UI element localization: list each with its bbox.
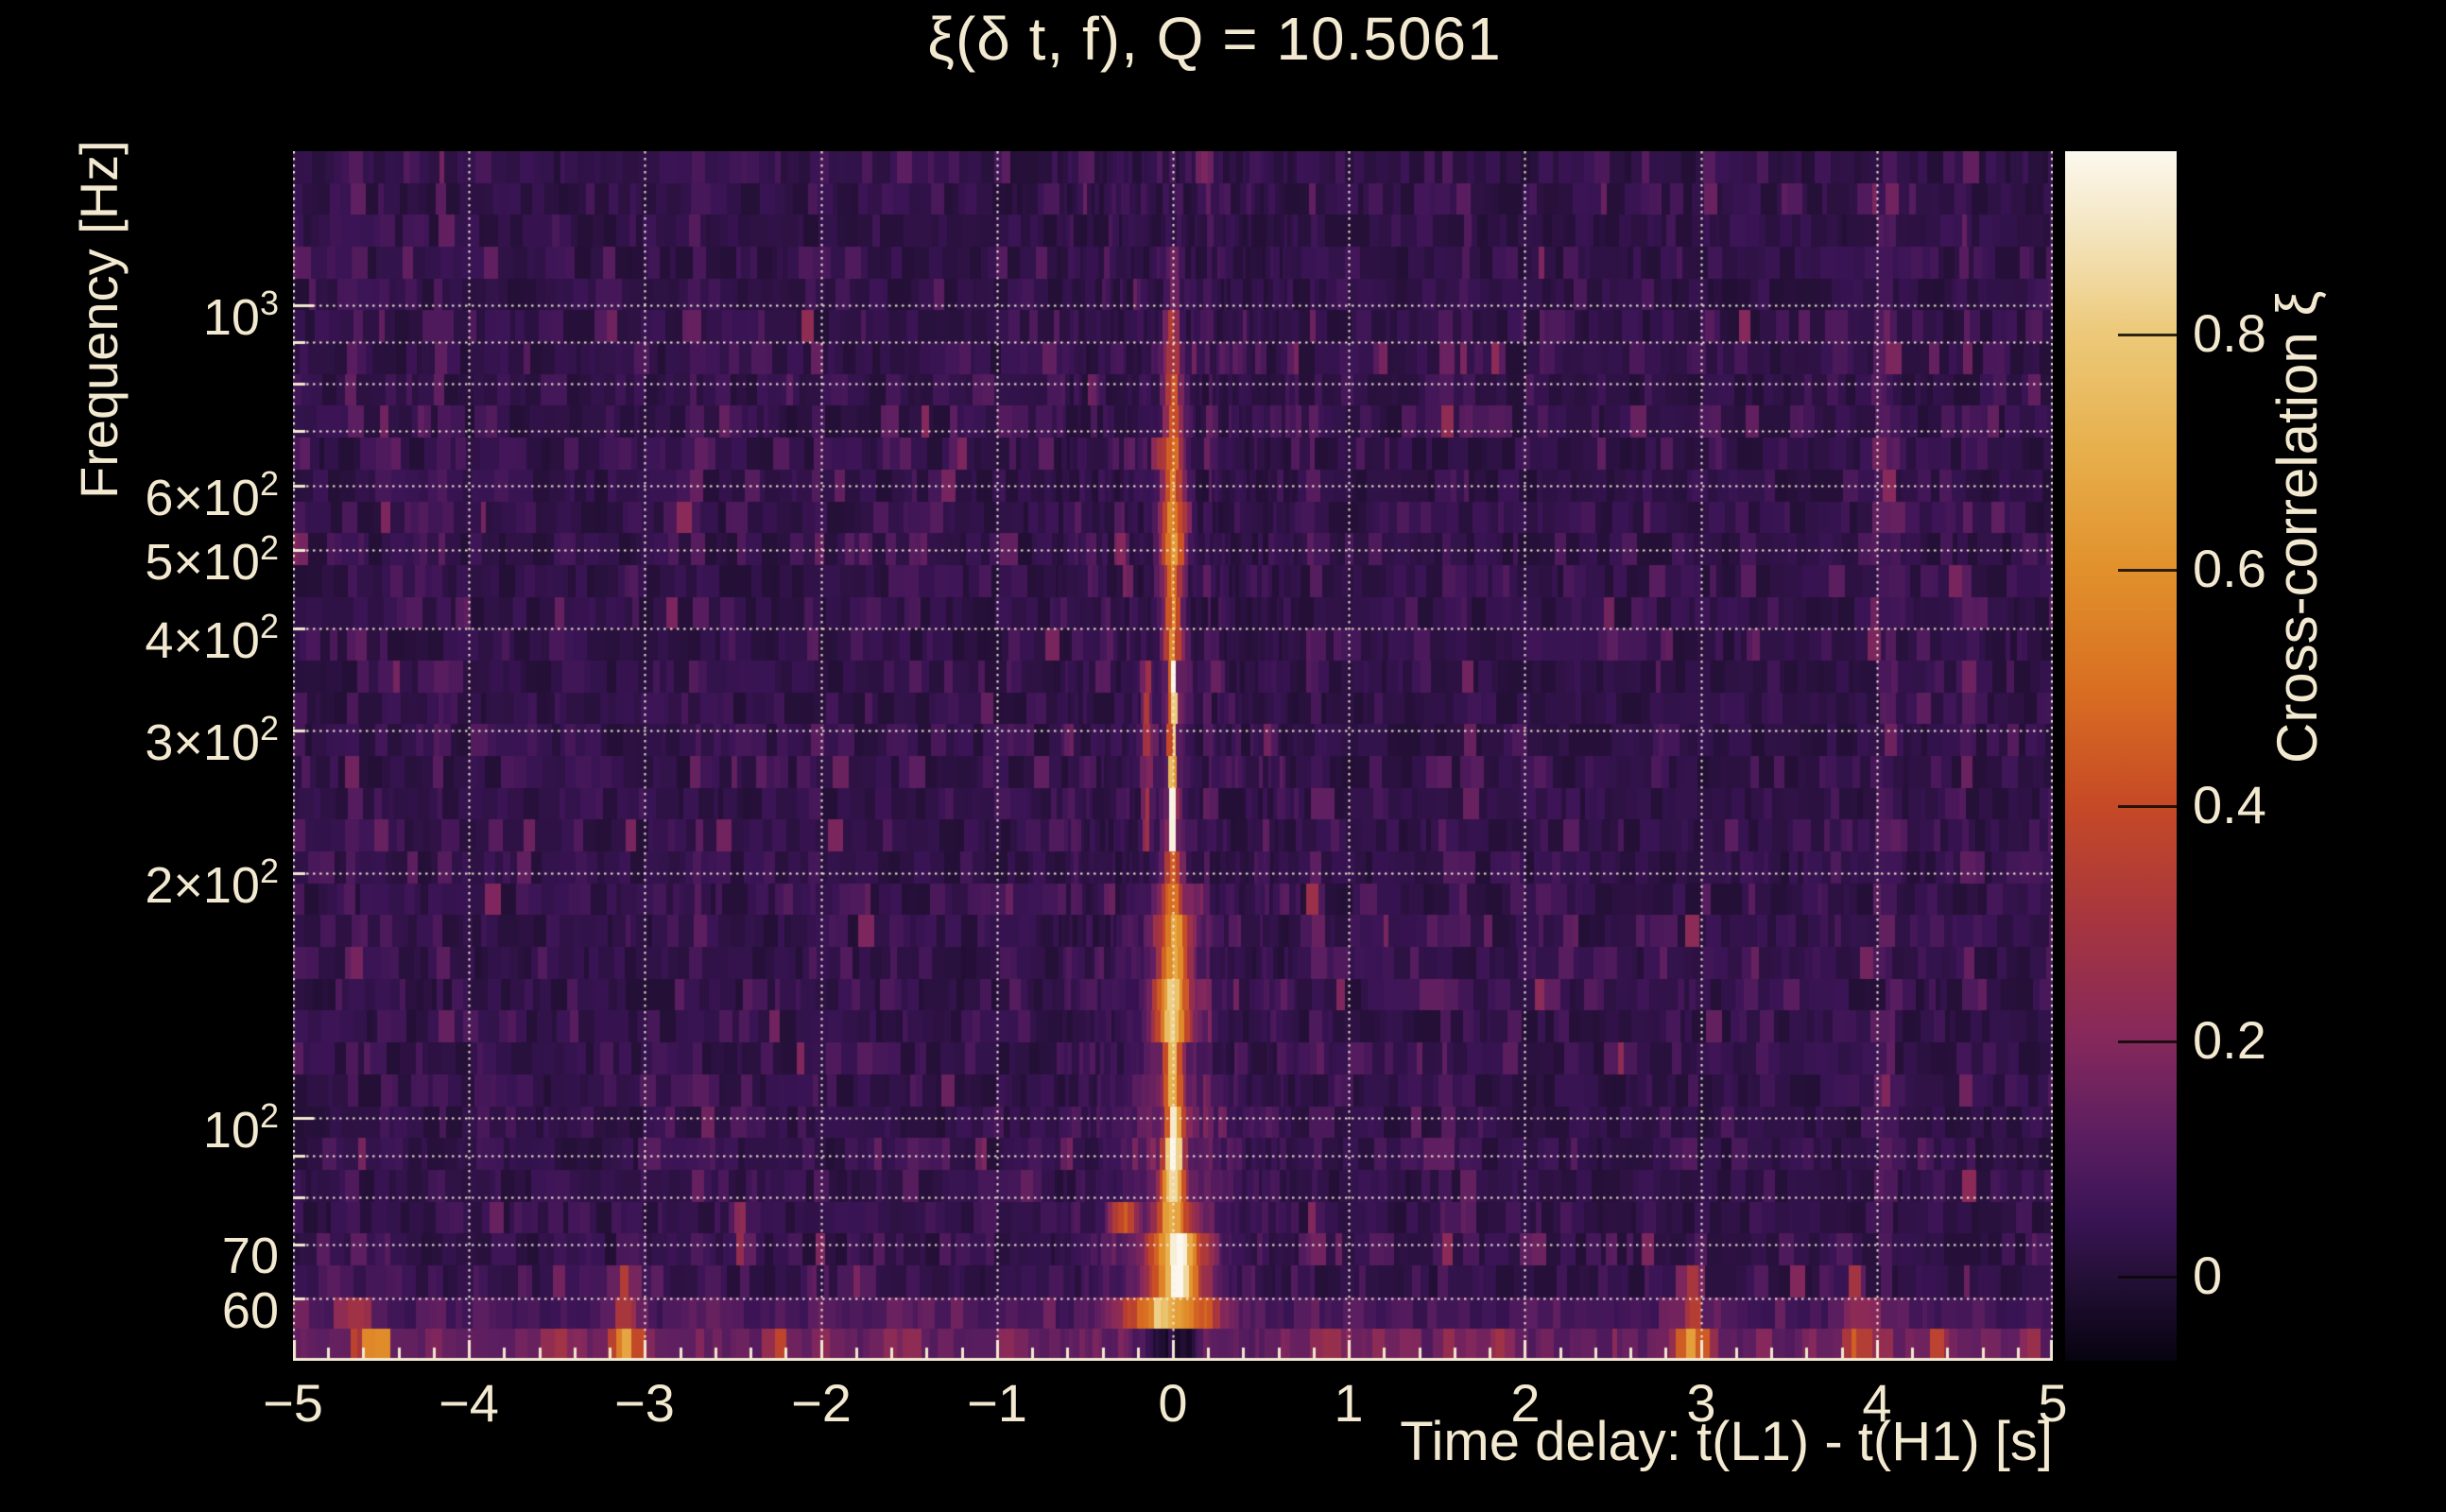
colorbar-tick bbox=[2118, 334, 2177, 336]
x-tick-label: −2 bbox=[791, 1373, 852, 1433]
y-tick-label: 3×102 bbox=[145, 709, 279, 771]
colorbar-tick bbox=[2118, 1040, 2177, 1043]
colorbar bbox=[2065, 151, 2177, 1361]
cross-correlation-figure: ξ(δ t, f), Q = 10.5061 Frequency [Hz] 10… bbox=[0, 0, 2446, 1512]
y-tick-label: 5×102 bbox=[145, 528, 279, 591]
colorbar-tick-label: 0 bbox=[2193, 1246, 2223, 1305]
colorbar-label: Cross-correlation ξ bbox=[2265, 290, 2329, 764]
y-tick-label: 103 bbox=[202, 284, 279, 346]
y-tick-label: 6×102 bbox=[145, 464, 279, 526]
y-tick-label: 102 bbox=[202, 1096, 279, 1159]
x-tick-label: −5 bbox=[263, 1373, 323, 1433]
y-tick-label: 2×102 bbox=[145, 851, 279, 914]
colorbar-tick bbox=[2118, 805, 2177, 808]
heatmap-canvas bbox=[293, 151, 2053, 1361]
chart-title: ξ(δ t, f), Q = 10.5061 bbox=[927, 5, 1502, 73]
x-axis-label: Time delay: t(L1) - t(H1) [s] bbox=[1400, 1411, 2053, 1472]
x-tick-label: −4 bbox=[439, 1373, 499, 1433]
y-tick-label: 4×102 bbox=[145, 607, 279, 669]
colorbar-tick-label: 0.4 bbox=[2193, 775, 2266, 834]
colorbar-tick bbox=[2118, 569, 2177, 572]
colorbar-tick bbox=[2118, 1276, 2177, 1279]
y-tick-label: 60 bbox=[221, 1282, 279, 1339]
x-tick-label: −3 bbox=[614, 1373, 675, 1433]
colorbar-tick-label: 0.2 bbox=[2193, 1010, 2266, 1070]
